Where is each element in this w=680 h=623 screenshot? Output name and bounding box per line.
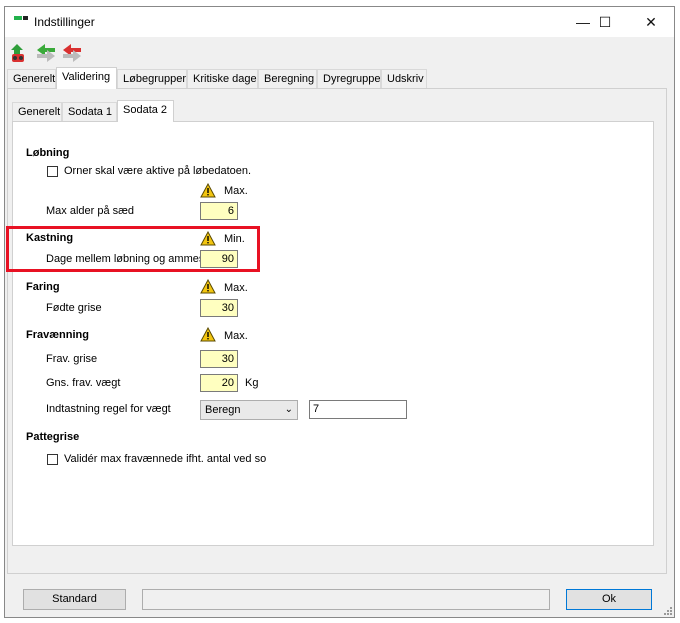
frav-grise-label: Frav. grise — [46, 353, 98, 365]
app-icon — [14, 16, 28, 20]
status-box — [142, 589, 550, 610]
close-button[interactable]: ✕ — [628, 7, 674, 37]
max-alder-input[interactable]: 6 — [200, 202, 238, 220]
kastning-highlight-box — [6, 226, 260, 272]
frav-vaegt-input[interactable]: 20 — [200, 374, 238, 392]
warning-icon — [200, 279, 216, 294]
section-faring-title: Faring — [26, 281, 60, 293]
forward-arrow-icon[interactable] — [35, 42, 57, 64]
frav-vaegt-label: Gns. frav. vægt — [46, 377, 121, 389]
valider-max-label: Validér max fravænnede ifht. antal ved s… — [64, 453, 267, 465]
section-lobning-title: Løbning — [26, 147, 70, 159]
section-fravaenning-title: Fravænning — [26, 329, 89, 341]
standard-button[interactable]: Standard — [23, 589, 126, 610]
valider-max-checkbox[interactable] — [47, 454, 58, 465]
subtab-sodata-2[interactable]: Sodata 2 — [117, 100, 174, 122]
chevron-down-icon: ⌄ — [284, 404, 293, 415]
main-tab-strip: Generelt Validering Løbegrupper Kritiske… — [7, 67, 667, 89]
regel-vaegt-select[interactable]: Beregn ⌄ — [200, 400, 298, 420]
subtab-generelt[interactable]: Generelt — [12, 102, 62, 121]
faring-limit-caption: Max. — [224, 282, 248, 294]
ok-button[interactable]: Ok — [566, 589, 652, 610]
warning-icon — [200, 327, 216, 342]
window-title: Indstillinger — [34, 15, 95, 29]
regel-vaegt-label: Indtastning regel for vægt — [46, 403, 171, 415]
tab-beregning[interactable]: Beregning — [258, 69, 317, 88]
regel-vaegt-value-input[interactable]: 7 — [309, 400, 407, 419]
frav-vaegt-unit: Kg — [245, 377, 259, 389]
tab-generelt[interactable]: Generelt — [7, 69, 56, 88]
tab-kritiske-dage[interactable]: Kritiske dage — [187, 69, 258, 88]
settings-window: Indstillinger — ☐ ✕ Generelt Validering … — [4, 6, 675, 618]
tab-dyregruppe[interactable]: Dyregruppe — [317, 69, 381, 88]
title-bar: Indstillinger — ☐ ✕ — [5, 7, 674, 37]
frav-grise-input[interactable]: 30 — [200, 350, 238, 368]
tab-lobegrupper[interactable]: Løbegrupper — [117, 69, 187, 88]
warning-icon — [200, 183, 216, 198]
sodata-2-content: Løbning Orner skal være aktive på løbeda… — [6, 121, 654, 546]
orner-aktive-checkbox[interactable] — [47, 166, 58, 177]
fodte-grise-label: Fødte grise — [46, 302, 102, 314]
tab-udskriv[interactable]: Udskriv — [381, 69, 427, 88]
validering-panel: Generelt Sodata 1 Sodata 2 Løbning Orner… — [6, 88, 667, 574]
resize-grip-icon[interactable] — [662, 605, 672, 615]
save-icon[interactable] — [9, 42, 31, 64]
orner-aktive-label: Orner skal være aktive på løbedatoen. — [64, 165, 252, 177]
sub-tab-strip: Generelt Sodata 1 Sodata 2 — [12, 100, 312, 122]
back-arrow-icon[interactable] — [61, 42, 83, 64]
fodte-grise-input[interactable]: 30 — [200, 299, 238, 317]
tab-validering[interactable]: Validering — [56, 67, 117, 89]
subtab-sodata-1[interactable]: Sodata 1 — [62, 102, 117, 121]
max-alder-label: Max alder på sæd — [46, 205, 135, 217]
lobning-limit-caption: Max. — [224, 185, 248, 197]
regel-vaegt-selected: Beregn — [205, 404, 241, 416]
section-pattegrise-title: Pattegrise — [26, 431, 80, 443]
fravaenning-limit-caption: Max. — [224, 330, 248, 342]
toolbar — [5, 37, 674, 69]
maximize-button[interactable]: ☐ — [582, 7, 628, 37]
